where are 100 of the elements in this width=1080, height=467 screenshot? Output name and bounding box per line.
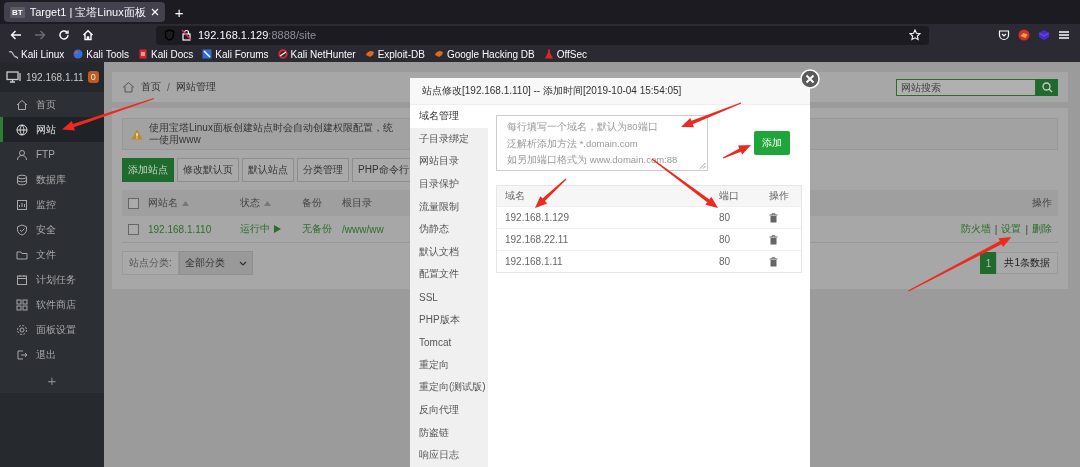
breadcrumb-link[interactable]: 网站管理 bbox=[175, 80, 216, 94]
column-header: 根目录 bbox=[342, 196, 372, 210]
nav-tab[interactable]: Tomcat bbox=[410, 330, 488, 354]
add-button[interactable]: 添加 bbox=[754, 131, 790, 155]
globe-icon bbox=[16, 123, 28, 136]
sidebar-item[interactable]: 文件 bbox=[0, 242, 104, 267]
nav-tab[interactable]: 配置文件 bbox=[410, 263, 488, 286]
sort-icon bbox=[182, 200, 189, 206]
category-label: 站点分类: bbox=[122, 251, 179, 275]
nav-tab[interactable]: 响应日志 bbox=[410, 443, 488, 467]
column-header: 操作 bbox=[769, 189, 789, 203]
checkbox[interactable] bbox=[128, 197, 139, 209]
toolbar-button[interactable]: 默认站点 bbox=[242, 158, 294, 182]
folder-icon bbox=[16, 248, 28, 261]
sidebar-item[interactable]: 软件商店 bbox=[0, 292, 104, 317]
domain-text: 192.168.1.129 bbox=[505, 212, 569, 223]
sidebar-item[interactable]: FTP bbox=[0, 142, 104, 167]
nav-tab[interactable]: 流量限制 bbox=[410, 195, 488, 218]
toolbar-button[interactable]: 添加站点 bbox=[122, 158, 174, 182]
arrow bbox=[535, 178, 567, 208]
search-field[interactable]: 网站搜索 bbox=[896, 78, 1036, 96]
nav-tab[interactable]: 反向代理 bbox=[410, 398, 488, 422]
browser-tab[interactable]: BT Target1 | 宝塔Linux面板 bbox=[4, 2, 165, 22]
breadcrumb-separator: / bbox=[167, 81, 170, 93]
sidebar-item[interactable]: 网站 bbox=[0, 117, 104, 142]
grid-icon bbox=[16, 298, 28, 311]
action-separator: | bbox=[1025, 223, 1028, 235]
nav-tab[interactable]: PHP版本 bbox=[410, 308, 488, 331]
nav-tab[interactable]: SSL bbox=[410, 285, 488, 309]
trash-icon[interactable] bbox=[769, 256, 778, 267]
action-separator: | bbox=[994, 223, 998, 235]
home-icon bbox=[16, 98, 28, 111]
monitor-icon bbox=[6, 71, 22, 83]
sort-icon bbox=[264, 200, 271, 206]
sidebar-item[interactable]: 首页 bbox=[0, 92, 104, 117]
cube-icon[interactable] bbox=[1038, 29, 1050, 41]
nav-tab[interactable]: 伪静态 bbox=[410, 217, 488, 241]
star-icon[interactable] bbox=[909, 29, 921, 41]
column-header: 备份 bbox=[302, 196, 322, 210]
resize-grip-icon[interactable] bbox=[699, 162, 706, 169]
server-address: 192.168.1.11 bbox=[26, 71, 84, 83]
user-icon bbox=[16, 148, 28, 161]
nav-tab[interactable]: 域名管理 bbox=[410, 105, 488, 128]
caret-icon bbox=[238, 260, 247, 266]
port-text: 80 bbox=[719, 234, 731, 245]
nav-tab[interactable]: 重定向(测试版) bbox=[410, 376, 488, 399]
bookmark-link[interactable]: Kali NetHunter bbox=[277, 48, 356, 60]
bookmark-link[interactable]: Kali Tools bbox=[73, 48, 129, 60]
calendar-icon bbox=[16, 273, 28, 286]
toolbar-button[interactable]: 分类管理 bbox=[297, 158, 349, 182]
bookmark-link[interactable]: Kali Linux bbox=[8, 48, 65, 60]
port-text: 80 bbox=[719, 212, 731, 223]
search-icon bbox=[1041, 81, 1053, 93]
back-icon[interactable] bbox=[10, 29, 22, 41]
add-button[interactable]: + bbox=[0, 367, 104, 393]
sidebar-item[interactable]: 数据库 bbox=[0, 167, 104, 192]
close-icon[interactable] bbox=[150, 8, 159, 16]
bookmark-link[interactable]: Kali Docs bbox=[138, 48, 194, 60]
category-select[interactable]: 全部分类 bbox=[178, 251, 253, 275]
breadcrumb-link[interactable]: 首页 bbox=[141, 80, 161, 94]
column-header: 操作 bbox=[1032, 196, 1052, 210]
pocket-icon[interactable] bbox=[998, 29, 1010, 41]
nav-tab[interactable]: 重定向 bbox=[410, 353, 488, 377]
nav-tab[interactable]: 默认文档 bbox=[410, 240, 488, 264]
nav-tab[interactable]: 子目录绑定 bbox=[410, 127, 488, 151]
checkbox[interactable] bbox=[128, 223, 139, 235]
domain-text: 192.168.1.11 bbox=[505, 256, 563, 267]
arrow bbox=[681, 102, 742, 128]
chart-icon bbox=[16, 198, 28, 211]
toolbar-button[interactable]: 修改默认页 bbox=[177, 158, 239, 182]
sidebar-item[interactable]: 监控 bbox=[0, 192, 104, 217]
menu-icon[interactable] bbox=[1058, 29, 1070, 41]
logout-icon bbox=[16, 348, 28, 361]
column-header[interactable]: 状态 bbox=[240, 196, 271, 210]
new-tab-button[interactable]: + bbox=[170, 3, 188, 21]
ring-icon bbox=[277, 49, 288, 59]
nav-tab[interactable]: 防盗链 bbox=[410, 421, 488, 444]
favicon: BT bbox=[10, 6, 25, 18]
reload-icon[interactable] bbox=[58, 29, 70, 41]
document-icon bbox=[138, 49, 148, 59]
sidebar-item[interactable]: 退出 bbox=[0, 342, 104, 367]
warning-icon bbox=[131, 128, 143, 140]
page-button[interactable]: 1 bbox=[980, 252, 997, 274]
close-icon[interactable] bbox=[800, 69, 820, 89]
count-badge: 0 bbox=[87, 71, 99, 83]
trash-icon[interactable] bbox=[769, 212, 778, 223]
bookmark-link[interactable]: OffSec bbox=[543, 48, 588, 60]
column-header[interactable]: 网站名 bbox=[148, 196, 189, 210]
lock-icon bbox=[181, 29, 192, 41]
sidebar-item[interactable]: 安全 bbox=[0, 217, 104, 242]
bookmark-link[interactable]: Exploit-DB bbox=[364, 48, 425, 60]
bookmark-link[interactable]: Google Hacking DB bbox=[433, 48, 535, 60]
address-bar[interactable]: 192.168.1.129:8888/site bbox=[156, 25, 929, 45]
trash-icon[interactable] bbox=[769, 234, 778, 245]
bookmark-link[interactable]: Kali Forums bbox=[202, 48, 269, 60]
notice-text: 使用宝塔Linux面板创建站点时会自动创建权限配置，统一使用www bbox=[149, 122, 394, 146]
database-icon bbox=[16, 173, 28, 186]
sidebar-item[interactable]: 面板设置 bbox=[0, 317, 104, 342]
search-button[interactable] bbox=[1036, 78, 1058, 96]
sidebar-item[interactable]: 计划任务 bbox=[0, 267, 104, 292]
